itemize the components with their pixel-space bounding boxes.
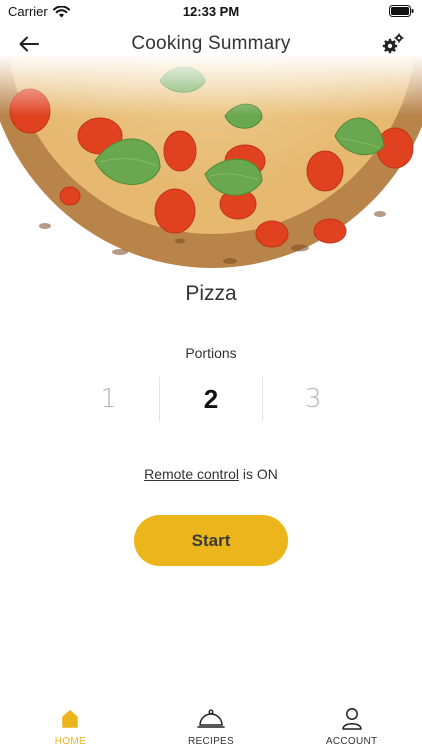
portions-selector: 1 2 3 [58, 376, 364, 422]
remote-status-text: is ON [239, 466, 278, 482]
status-bar: Carrier 12:33 PM [0, 0, 422, 24]
tab-label-recipes: RECIPES [188, 736, 235, 747]
screen: Carrier 12:33 PM Cooking Summary Pizza P… [0, 0, 422, 750]
battery-icon [389, 5, 414, 17]
tab-label-account: ACCOUNT [325, 736, 378, 747]
settings-button[interactable] [378, 29, 408, 59]
tab-recipes[interactable]: RECIPES [141, 700, 282, 750]
tab-home[interactable]: HOME [0, 700, 141, 750]
start-button[interactable]: Start [134, 515, 288, 566]
portion-option-2[interactable]: 2 [160, 376, 261, 422]
remote-control-status: Remote control is ON [0, 466, 422, 482]
recipe-title: Pizza [185, 282, 237, 305]
hero-fade [0, 56, 422, 116]
tab-account[interactable]: ACCOUNT [281, 700, 422, 750]
tab-label-home: HOME [54, 736, 86, 747]
remote-control-link[interactable]: Remote control [144, 466, 239, 482]
portions-label: Portions [185, 345, 237, 361]
home-icon [56, 706, 84, 732]
user-icon [338, 706, 366, 732]
portion-option-1[interactable]: 1 [58, 376, 159, 422]
nav-header: Cooking Summary [0, 24, 422, 64]
tab-bar: HOME RECIPES ACCOUNT [0, 700, 422, 750]
pizza-hero-image [0, 56, 422, 271]
page-title: Cooking Summary [131, 33, 291, 54]
cloche-icon [197, 706, 225, 732]
status-time: 12:33 PM [182, 4, 240, 19]
gears-icon [382, 33, 404, 54]
portion-option-3[interactable]: 3 [263, 376, 364, 422]
